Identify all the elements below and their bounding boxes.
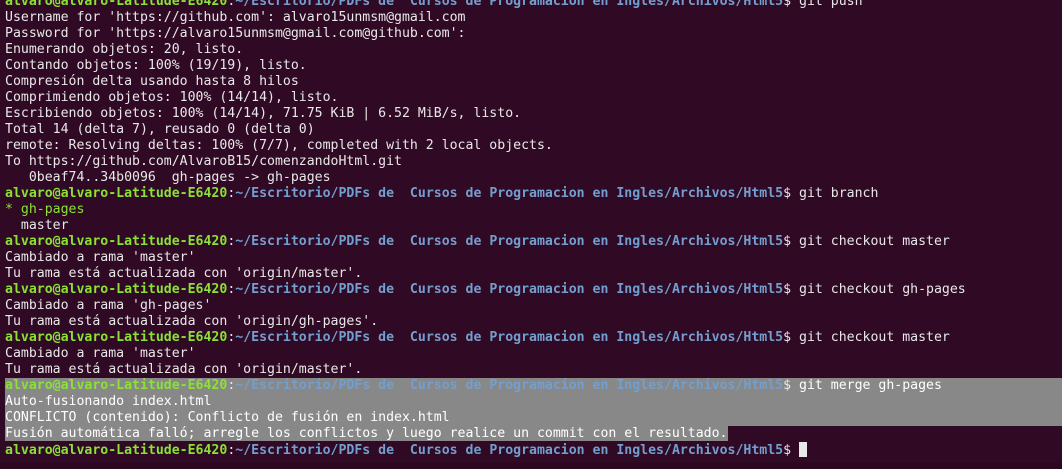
output-text: Tu rama está actualizada con 'origin/mas… xyxy=(5,362,363,377)
output-line: Tu rama está actualizada con 'origin/gh-… xyxy=(5,314,1062,330)
prompt-user-host: alvaro@alvaro-Latitude-E6420 xyxy=(5,234,228,249)
prompt-user-host: alvaro@alvaro-Latitude-E6420 xyxy=(5,0,228,9)
output-line: Total 14 (delta 7), reusado 0 (delta 0) xyxy=(5,122,1062,138)
output-text: To https://github.com/AlvaroB15/comenzan… xyxy=(5,154,402,169)
output-line: Tu rama está actualizada con 'origin/mas… xyxy=(5,362,1062,378)
prompt-symbol: $ xyxy=(783,378,799,393)
prompt-symbol: $ xyxy=(783,0,799,9)
output-line: Contando objetos: 100% (19/19), listo. xyxy=(5,58,1062,74)
status-bar xyxy=(0,463,1062,469)
output-line: remote: Resolving deltas: 100% (7/7), co… xyxy=(5,138,1062,154)
prompt-symbol: $ xyxy=(783,234,799,249)
prompt-symbol: $ xyxy=(783,282,799,297)
output-text: remote: Resolving deltas: 100% (7/7), co… xyxy=(5,138,553,153)
output-text: Tu rama está actualizada con 'origin/mas… xyxy=(5,266,363,281)
prompt-user-host: alvaro@alvaro-Latitude-E6420 xyxy=(5,378,228,393)
text-cursor xyxy=(799,442,807,457)
prompt-user-host: alvaro@alvaro-Latitude-E6420 xyxy=(5,443,228,458)
command-text: git checkout master xyxy=(799,330,950,345)
command-text: git push xyxy=(799,0,863,9)
prompt-path: ~/Escritorio/PDFs de Cursos de Programac… xyxy=(235,330,784,345)
output-line: master xyxy=(5,218,1062,234)
output-line: CONFLICTO (contenido): Conflicto de fusi… xyxy=(5,410,1062,426)
command-text: git checkout master xyxy=(799,234,950,249)
output-text: Escribiendo objetos: 100% (14/14), 71.75… xyxy=(5,106,522,121)
prompt-path: ~/Escritorio/PDFs de Cursos de Programac… xyxy=(235,282,784,297)
output-line: Cambiado a rama 'master' xyxy=(5,346,1062,362)
prompt-symbol: $ xyxy=(783,443,799,458)
prompt-path: ~/Escritorio/PDFs de Cursos de Programac… xyxy=(235,443,784,458)
output-line: Compresión delta usando hasta 8 hilos xyxy=(5,74,1062,90)
prompt-line: alvaro@alvaro-Latitude-E6420:~/Escritori… xyxy=(5,282,1062,298)
prompt-line: alvaro@alvaro-Latitude-E6420:~/Escritori… xyxy=(5,0,1062,10)
prompt-symbol: $ xyxy=(783,186,799,201)
prompt-user-host: alvaro@alvaro-Latitude-E6420 xyxy=(5,330,228,345)
output-text: Fusión automática falló; arregle los con… xyxy=(5,426,728,441)
prompt-line: alvaro@alvaro-Latitude-E6420:~/Escritori… xyxy=(5,442,1062,458)
output-line: Cambiado a rama 'gh-pages' xyxy=(5,298,1062,314)
output-line: Cambiado a rama 'master' xyxy=(5,250,1062,266)
terminal-output: alvaro@alvaro-Latitude-E6420:~/Escritori… xyxy=(5,0,1062,458)
prompt-path: ~/Escritorio/PDFs de Cursos de Programac… xyxy=(235,0,784,9)
output-text: Cambiado a rama 'gh-pages' xyxy=(5,298,212,313)
output-line: To https://github.com/AlvaroB15/comenzan… xyxy=(5,154,1062,170)
prompt-path: ~/Escritorio/PDFs de Cursos de Programac… xyxy=(235,186,784,201)
terminal-window[interactable]: alvaro@alvaro-Latitude-E6420:~/Escritori… xyxy=(0,0,1062,469)
output-text: Total 14 (delta 7), reusado 0 (delta 0) xyxy=(5,122,315,137)
output-text: Password for 'https://alvaro15unmsm@gmai… xyxy=(5,26,466,41)
output-line: * gh-pages xyxy=(5,202,1062,218)
prompt-user-host: alvaro@alvaro-Latitude-E6420 xyxy=(5,186,228,201)
output-text: 0beaf74..34b0096 gh-pages -> gh-pages xyxy=(5,170,331,185)
prompt-line: alvaro@alvaro-Latitude-E6420:~/Escritori… xyxy=(5,234,1062,250)
selected-text: Fusión automática falló; arregle los con… xyxy=(5,426,728,441)
prompt-path: ~/Escritorio/PDFs de Cursos de Programac… xyxy=(235,378,784,393)
prompt-line: alvaro@alvaro-Latitude-E6420:~/Escritori… xyxy=(5,378,1062,394)
output-text: * gh-pages xyxy=(5,202,85,217)
output-text: Auto-fusionando index.html xyxy=(5,394,212,409)
output-text: Cambiado a rama 'master' xyxy=(5,250,196,265)
output-text: CONFLICTO (contenido): Conflicto de fusi… xyxy=(5,410,450,425)
output-line: 0beaf74..34b0096 gh-pages -> gh-pages xyxy=(5,170,1062,186)
output-line: Enumerando objetos: 20, listo. xyxy=(5,42,1062,58)
output-line: Password for 'https://alvaro15unmsm@gmai… xyxy=(5,26,1062,42)
prompt-symbol: $ xyxy=(783,330,799,345)
output-text: Compresión delta usando hasta 8 hilos xyxy=(5,74,299,89)
output-line: Comprimiendo objetos: 100% (14/14), list… xyxy=(5,90,1062,106)
output-text: Username for 'https://github.com': alvar… xyxy=(5,10,466,25)
output-line: Username for 'https://github.com': alvar… xyxy=(5,10,1062,26)
output-text: master xyxy=(5,218,69,233)
output-text: Contando objetos: 100% (19/19), listo. xyxy=(5,58,307,73)
output-line: Fusión automática falló; arregle los con… xyxy=(5,426,1062,442)
prompt-line: alvaro@alvaro-Latitude-E6420:~/Escritori… xyxy=(5,186,1062,202)
output-text: Enumerando objetos: 20, listo. xyxy=(5,42,244,57)
command-text: git checkout gh-pages xyxy=(799,282,966,297)
output-text: Tu rama está actualizada con 'origin/gh-… xyxy=(5,314,379,329)
output-text: Comprimiendo objetos: 100% (14/14), list… xyxy=(5,90,339,105)
output-line: Auto-fusionando index.html xyxy=(5,394,1062,410)
output-line: Escribiendo objetos: 100% (14/14), 71.75… xyxy=(5,106,1062,122)
output-line: Tu rama está actualizada con 'origin/mas… xyxy=(5,266,1062,282)
prompt-line: alvaro@alvaro-Latitude-E6420:~/Escritori… xyxy=(5,330,1062,346)
output-text: Cambiado a rama 'master' xyxy=(5,346,196,361)
prompt-path: ~/Escritorio/PDFs de Cursos de Programac… xyxy=(235,234,784,249)
command-text: git merge gh-pages xyxy=(799,378,942,393)
prompt-user-host: alvaro@alvaro-Latitude-E6420 xyxy=(5,282,228,297)
command-text: git branch xyxy=(799,186,879,201)
